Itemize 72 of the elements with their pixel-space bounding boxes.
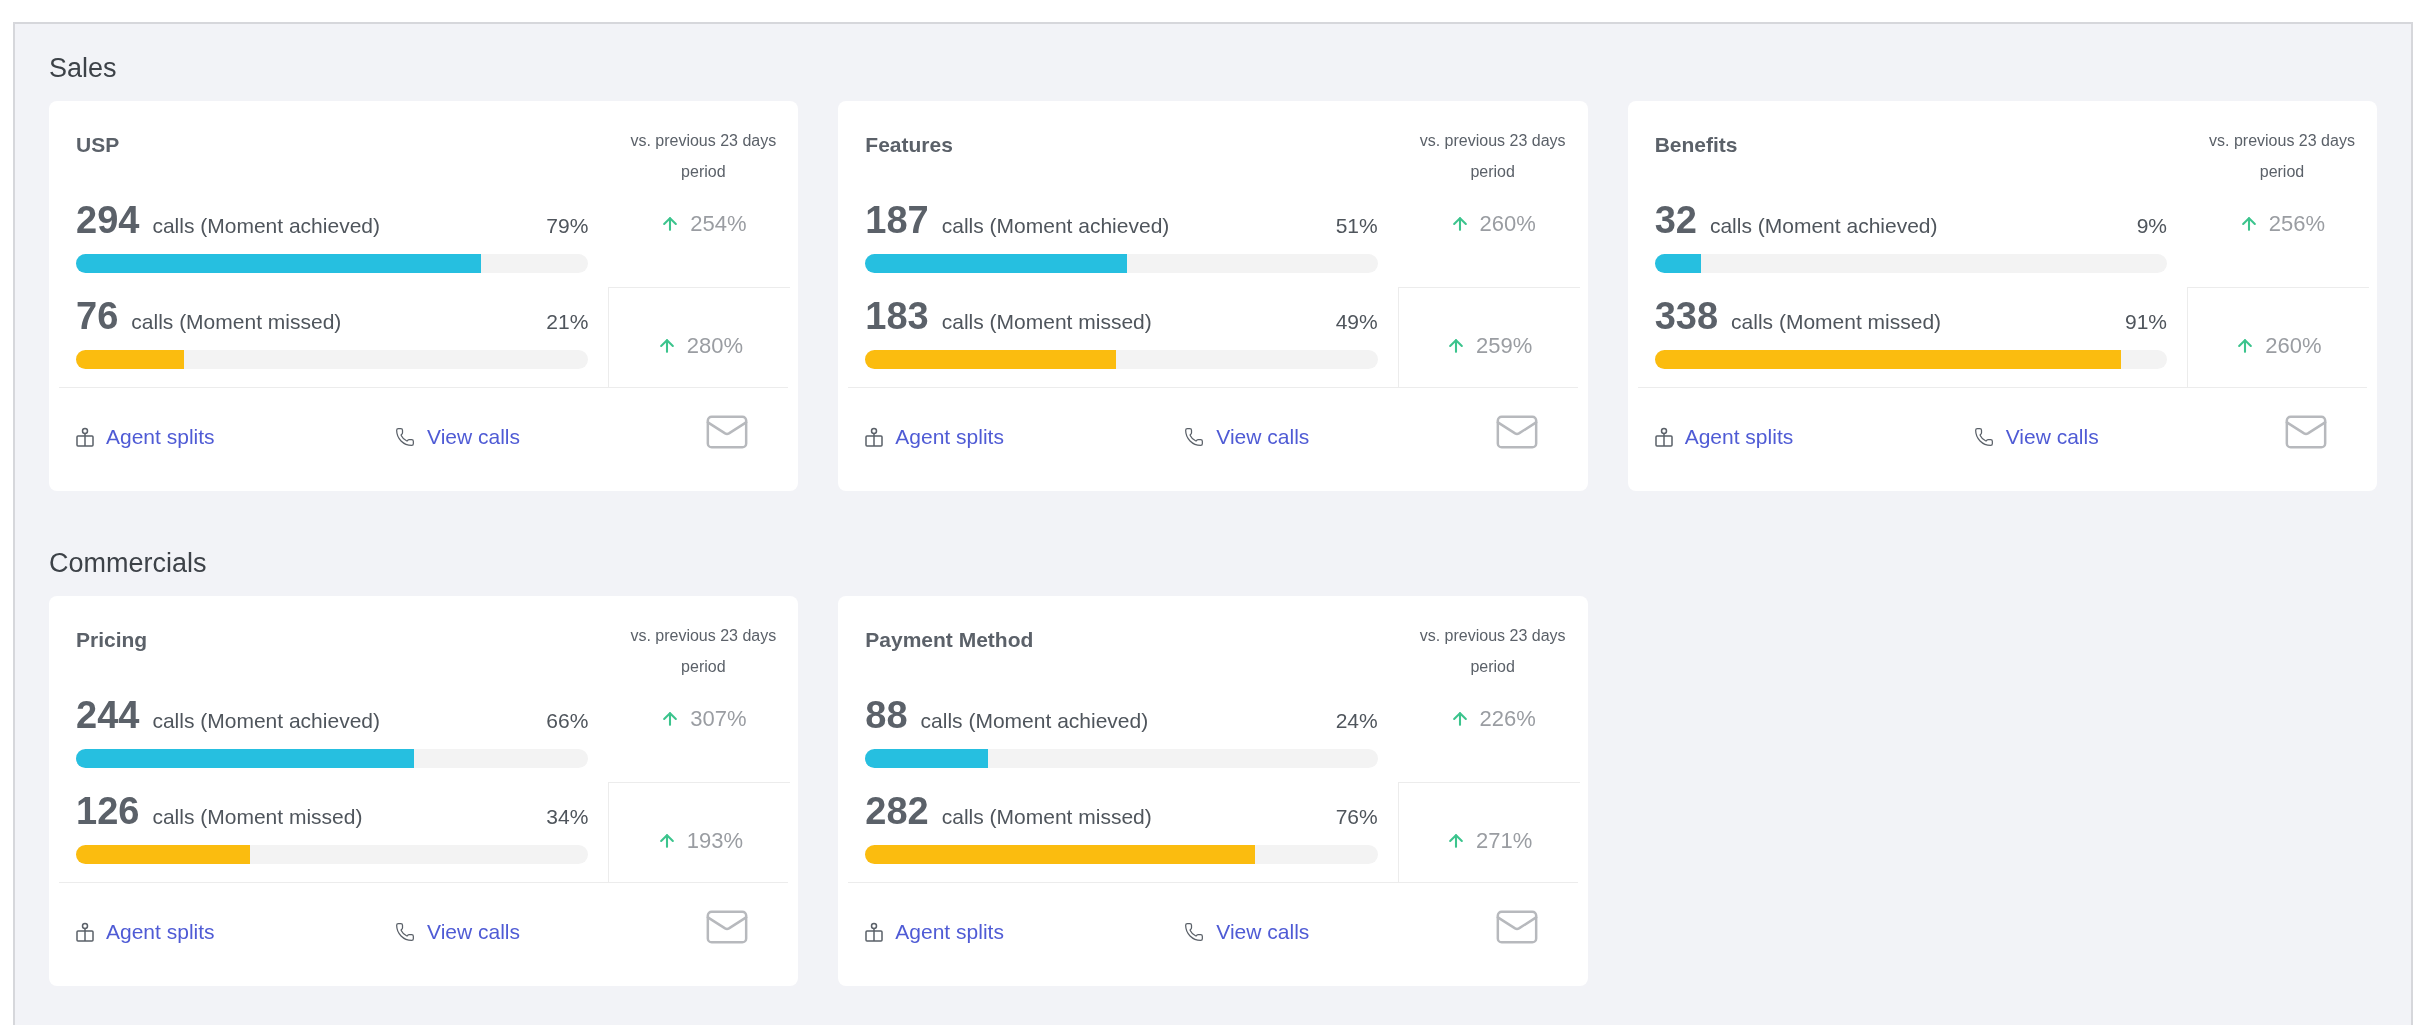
view-calls-link[interactable]: View calls [1973, 421, 2099, 453]
agent-splits-icon [76, 426, 94, 447]
agent-splits-link[interactable]: Agent splits [76, 421, 215, 453]
call-count: 294 [76, 198, 140, 242]
phone-icon [395, 921, 415, 942]
change-value: 260% [2265, 332, 2322, 360]
change-value: 254% [690, 210, 747, 238]
view-calls-link[interactable]: View calls [1184, 916, 1310, 948]
card-title: USP [76, 132, 121, 158]
call-label: calls (Moment missed) [152, 804, 363, 830]
section-title: Sales [49, 52, 118, 85]
agent-splits-icon [1654, 426, 1673, 447]
agent-splits-link[interactable]: Agent splits [76, 916, 215, 948]
percent-value: 76% [1335, 804, 1378, 830]
percent-value: 66% [546, 708, 589, 734]
change-value: 226% [1479, 705, 1536, 733]
call-label: calls (Moment achieved) [152, 213, 380, 239]
change-value: 280% [686, 332, 743, 360]
call-count: 126 [76, 789, 140, 833]
percent-value: 91% [2124, 309, 2167, 335]
call-label: calls (Moment missed) [1731, 309, 1942, 335]
phone-icon [1973, 426, 1994, 447]
call-count: 187 [865, 198, 929, 242]
phone-icon [395, 426, 415, 447]
phone-icon [1184, 921, 1205, 942]
section-title: Commercials [49, 547, 208, 580]
change-value: 256% [2268, 210, 2326, 238]
agent-splits-icon [865, 921, 884, 942]
percent-value: 34% [546, 804, 589, 830]
agent-splits-icon [865, 426, 884, 447]
card-title: Pricing [76, 627, 149, 653]
percent-value: 49% [1335, 309, 1378, 335]
call-label: calls (Moment achieved) [920, 708, 1149, 734]
phone-icon [1184, 426, 1205, 447]
call-count: 244 [76, 693, 140, 737]
change-value: 307% [690, 705, 747, 733]
comparison-label: vs. previous 23 days period [1418, 131, 1567, 182]
call-label: calls (Moment missed) [941, 804, 1152, 830]
view-calls-link[interactable]: View calls [395, 916, 520, 948]
call-label: calls (Moment achieved) [941, 213, 1170, 239]
call-count: 282 [865, 789, 929, 833]
view-calls-link[interactable]: View calls [395, 421, 520, 453]
call-count: 183 [865, 294, 929, 338]
agent-splits-icon [76, 921, 94, 942]
card-title: Payment Method [865, 627, 1035, 653]
card-title: Benefits [1654, 132, 1739, 158]
percent-value: 24% [1335, 708, 1378, 734]
call-count: 338 [1654, 294, 1719, 338]
change-value: 271% [1476, 827, 1533, 855]
change-value: 193% [686, 827, 743, 855]
call-label: calls (Moment achieved) [1709, 213, 1938, 239]
percent-value: 51% [1335, 213, 1378, 239]
call-label: calls (Moment missed) [941, 309, 1152, 335]
change-value: 259% [1476, 332, 1533, 360]
agent-splits-link[interactable]: Agent splits [1654, 421, 1794, 453]
call-label: calls (Moment achieved) [152, 708, 380, 734]
view-calls-link[interactable]: View calls [1184, 421, 1310, 453]
comparison-label: vs. previous 23 days period [2208, 131, 2356, 182]
call-count: 76 [76, 294, 119, 338]
agent-splits-link[interactable]: Agent splits [865, 916, 1004, 948]
change-value: 260% [1479, 210, 1536, 238]
percent-value: 79% [546, 213, 589, 239]
call-count: 32 [1654, 198, 1697, 242]
agent-splits-link[interactable]: Agent splits [865, 421, 1004, 453]
comparison-label: vs. previous 23 days period [629, 131, 778, 182]
percent-value: 21% [546, 309, 589, 335]
percent-value: 9% [2136, 213, 2167, 239]
comparison-label: vs. previous 23 days period [1418, 626, 1567, 677]
comparison-label: vs. previous 23 days period [629, 626, 778, 677]
call-label: calls (Moment missed) [131, 309, 342, 335]
card-title: Features [865, 132, 954, 158]
call-count: 88 [865, 693, 908, 737]
